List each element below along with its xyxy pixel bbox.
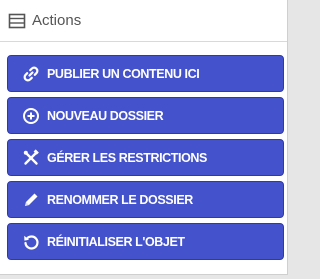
actions-list: PUBLIER UN CONTENU ICI NOUVEAU DOSSIER G…: [0, 42, 287, 260]
rename-folder-button[interactable]: RENOMMER LE DOSSIER: [7, 181, 284, 218]
pencil-icon: [22, 191, 40, 209]
action-label: GÉRER LES RESTRICTIONS: [47, 150, 207, 165]
panel-header: Actions: [0, 0, 287, 42]
reset-icon: [22, 233, 40, 251]
action-label: RENOMMER LE DOSSIER: [47, 192, 193, 207]
reset-object-button[interactable]: RÉINITIALISER L'OBJET: [7, 223, 284, 260]
link-icon: [22, 65, 40, 83]
action-label: NOUVEAU DOSSIER: [47, 108, 164, 123]
actions-panel: Actions PUBLIER UN CONTENU ICI NOUVEAU D…: [0, 0, 288, 275]
action-label: PUBLIER UN CONTENU ICI: [47, 66, 200, 81]
tools-icon: [22, 148, 40, 167]
panel-title: Actions: [32, 12, 82, 29]
action-label: RÉINITIALISER L'OBJET: [47, 234, 185, 249]
new-folder-button[interactable]: NOUVEAU DOSSIER: [7, 97, 284, 134]
publish-content-button[interactable]: PUBLIER UN CONTENU ICI: [7, 55, 284, 92]
manage-restrictions-button[interactable]: GÉRER LES RESTRICTIONS: [7, 139, 284, 176]
list-icon: [8, 12, 26, 30]
plus-circle-icon: [22, 107, 40, 125]
